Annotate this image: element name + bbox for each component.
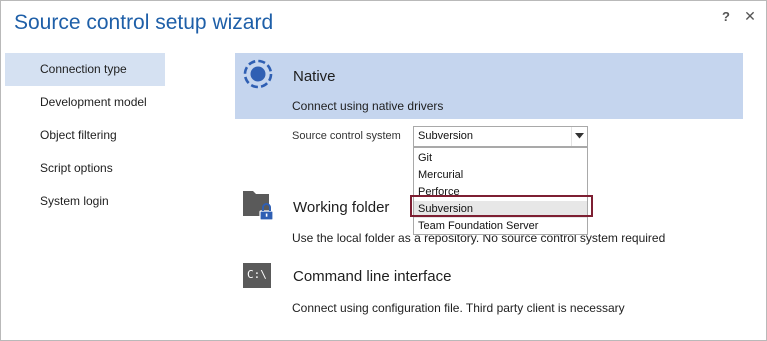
nav-item-object-filtering[interactable]: Object filtering: [5, 119, 165, 152]
working-folder-option-title[interactable]: Working folder: [293, 199, 389, 216]
source-control-label: Source control system: [292, 130, 401, 142]
native-option-title: Native: [293, 68, 336, 85]
command-line-option-description: Connect using configuration file. Third …: [292, 301, 625, 315]
command-prompt-icon-text: C:\: [247, 268, 267, 281]
close-button[interactable]: ✕: [743, 8, 757, 25]
nav-item-script-options[interactable]: Script options: [5, 152, 165, 185]
command-line-option-title[interactable]: Command line interface: [293, 268, 451, 285]
command-prompt-icon: C:\: [243, 263, 271, 288]
dropdown-option-git[interactable]: Git: [414, 150, 587, 167]
locked-folder-icon: [242, 189, 276, 226]
radio-selected-icon[interactable]: [242, 58, 274, 93]
nav-item-label: Development model: [40, 95, 147, 109]
source-control-selected-value: Subversion: [418, 130, 474, 142]
nav-item-label: System login: [40, 194, 109, 208]
window-title: Source control setup wizard: [14, 11, 274, 34]
source-control-select[interactable]: Subversion: [413, 126, 588, 147]
help-button[interactable]: ?: [719, 9, 733, 24]
nav-item-label: Connection type: [40, 62, 127, 76]
nav-item-connection-type[interactable]: Connection type: [5, 53, 165, 86]
dropdown-option-team-foundation-server[interactable]: Team Foundation Server: [414, 218, 587, 235]
nav-item-label: Script options: [40, 161, 113, 175]
dropdown-option-subversion[interactable]: Subversion: [414, 201, 587, 218]
wizard-nav: Connection type Development model Object…: [5, 53, 165, 218]
nav-item-system-login[interactable]: System login: [5, 185, 165, 218]
nav-item-label: Object filtering: [40, 128, 117, 142]
dropdown-option-mercurial[interactable]: Mercurial: [414, 167, 587, 184]
dropdown-option-perforce[interactable]: Perforce: [414, 184, 587, 201]
wizard-window: Source control setup wizard ? ✕ Connecti…: [0, 0, 767, 341]
chevron-down-icon[interactable]: [571, 127, 587, 146]
native-option-description: Connect using native drivers: [292, 99, 444, 113]
source-control-dropdown-list: Git Mercurial Perforce Subversion Team F…: [413, 147, 588, 235]
nav-item-development-model[interactable]: Development model: [5, 86, 165, 119]
